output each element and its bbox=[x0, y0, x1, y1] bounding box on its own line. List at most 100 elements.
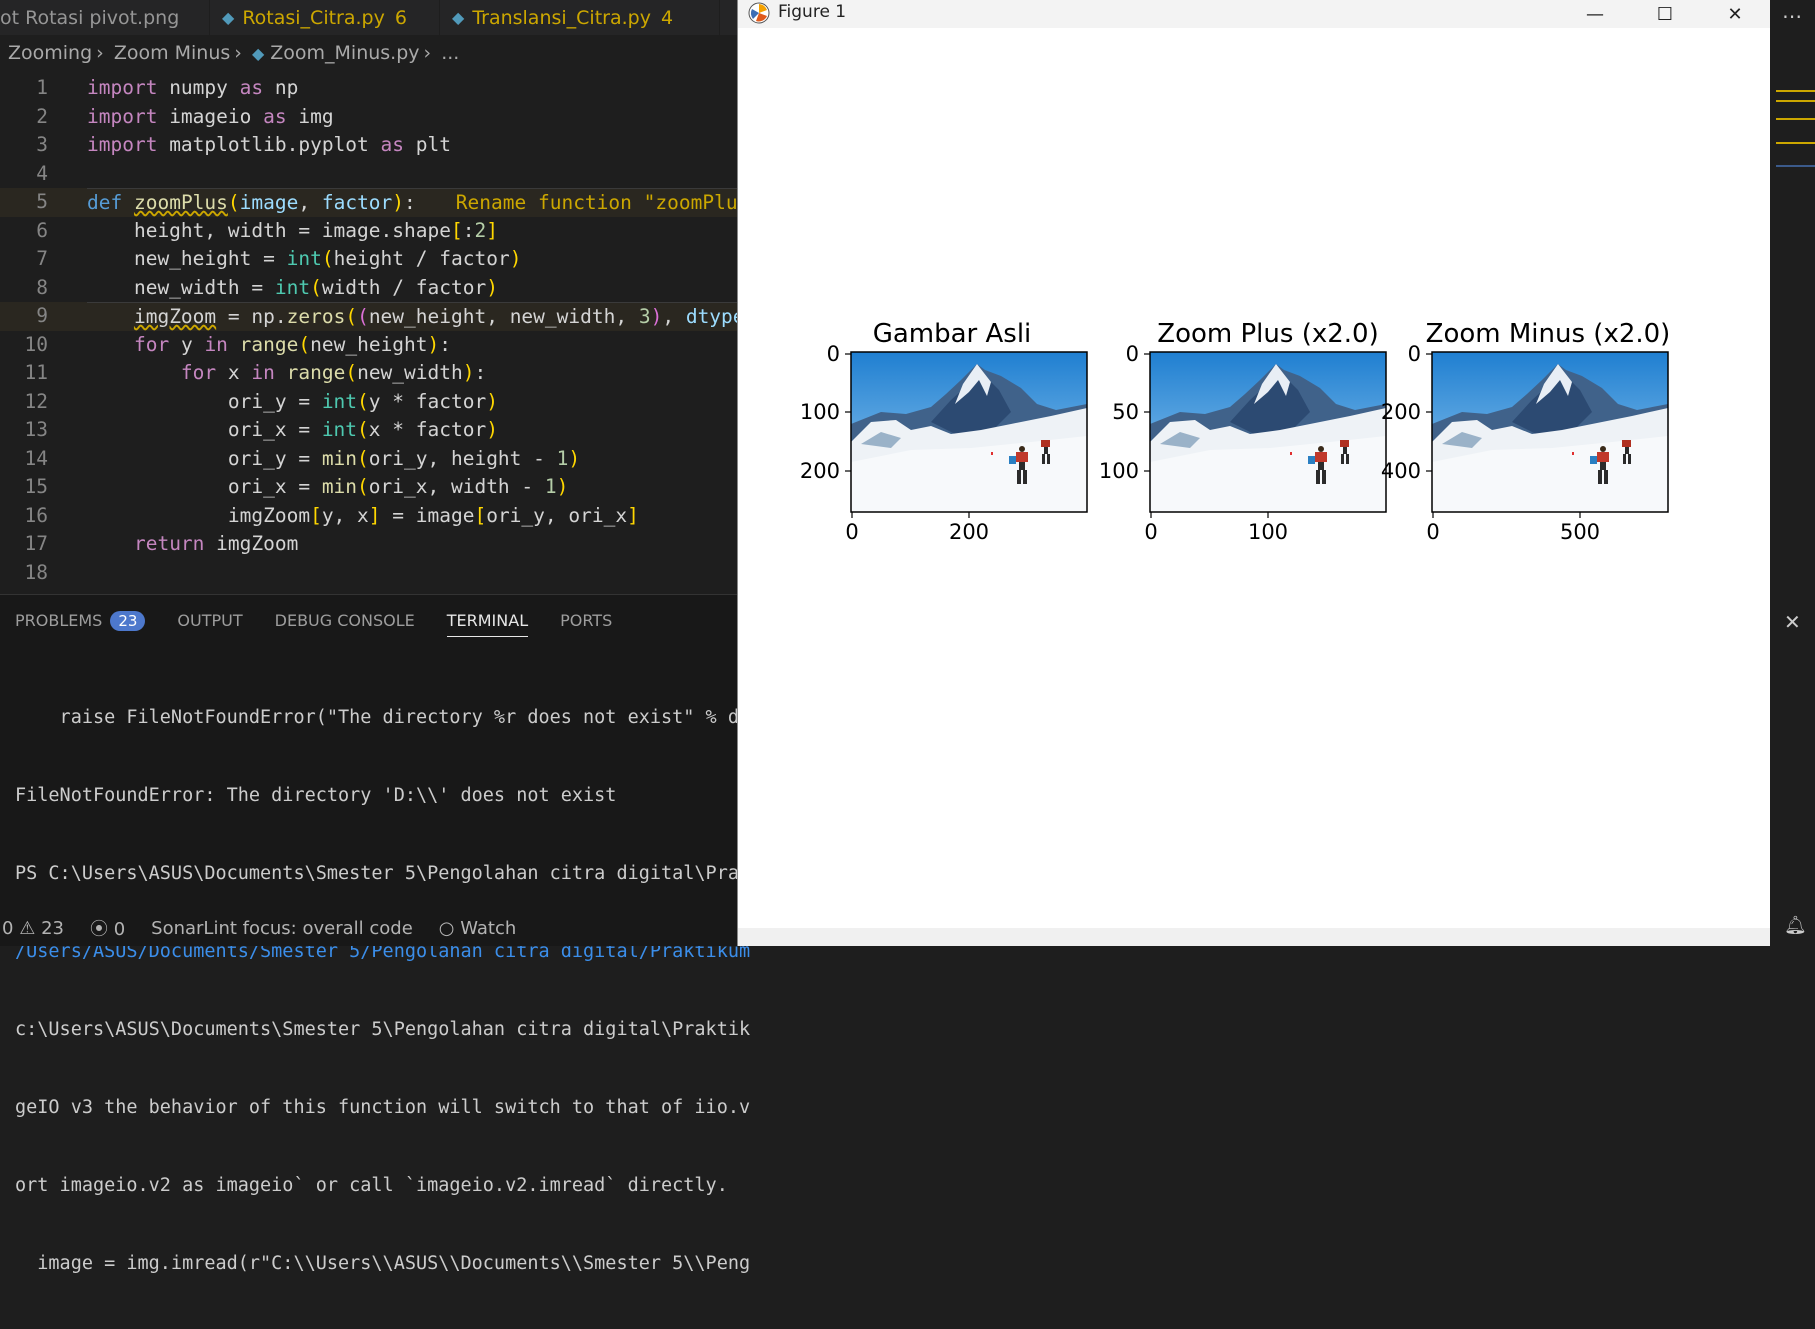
figure-toolbar-area bbox=[738, 928, 1770, 946]
window-title: Figure 1 bbox=[778, 2, 847, 22]
code-line: 1 import numpy as np bbox=[0, 74, 760, 103]
subplot-gambar-asli: Gambar Asli 0 100 200 0 200 bbox=[800, 319, 1088, 544]
minimap-strip[interactable]: ⋯ ✕ 🔔︎ bbox=[1770, 0, 1815, 946]
bell-icon[interactable]: 🔔︎ bbox=[1784, 915, 1807, 936]
inline-hint[interactable]: Rename function "zoomPlus bbox=[456, 191, 750, 214]
line-number: 12 bbox=[24, 389, 48, 413]
code-line: 12 ori_y = int(y * factor) bbox=[0, 388, 760, 417]
code-line: 11 for x in range(new_width): bbox=[0, 359, 760, 388]
terminal-line: image = img.imread(r"C:\\Users\\ASUS\\Do… bbox=[15, 1253, 751, 1274]
line-number: 16 bbox=[24, 503, 48, 527]
status-bar: 0 ⚠ 23 ⦿ 0 SonarLint focus: overall code… bbox=[0, 910, 760, 946]
maximize-button[interactable]: ☐ bbox=[1630, 0, 1700, 28]
terminal-line: c:\Users\ASUS\Documents\Smester 5\Pengol… bbox=[15, 1019, 751, 1040]
tab-terminal[interactable]: TERMINAL bbox=[446, 611, 529, 637]
line-number: 13 bbox=[24, 418, 48, 441]
minimap-marker bbox=[1776, 100, 1815, 102]
more-actions-icon[interactable]: ⋯ bbox=[1782, 4, 1802, 28]
code-text: height, width = image.shape[:2] bbox=[87, 218, 498, 242]
editor-tab-bar: ot Rotasi pivot.png ◆ Rotasi_Citra.py 6 … bbox=[0, 0, 760, 35]
close-panel-icon[interactable]: ✕ bbox=[1784, 610, 1801, 634]
y-tick-label: 0 bbox=[1408, 342, 1421, 366]
y-tick-label: 200 bbox=[800, 459, 840, 483]
python-file-icon: ◆ bbox=[251, 44, 265, 63]
close-button[interactable]: ✕ bbox=[1700, 0, 1770, 28]
minimap-marker bbox=[1776, 90, 1815, 92]
x-tick-label: 100 bbox=[1248, 520, 1288, 544]
line-number: 10 bbox=[24, 332, 48, 356]
tab-output[interactable]: OUTPUT bbox=[177, 611, 242, 637]
minimap-marker bbox=[1776, 118, 1815, 120]
code-editor[interactable]: 1 import numpy as np 2 import imageio as i… bbox=[0, 74, 760, 594]
line-number: 9 bbox=[36, 304, 48, 327]
figure-titlebar[interactable]: Figure 1 — ☐ ✕ bbox=[738, 0, 1770, 28]
warning-count: 23 bbox=[41, 917, 64, 939]
y-tick-label: 100 bbox=[1099, 459, 1139, 483]
problems-status[interactable]: 0 ⚠ 23 bbox=[2, 918, 64, 939]
tab-ports[interactable]: PORTS bbox=[560, 611, 612, 637]
tab-rotasi-pivot-png[interactable]: ot Rotasi pivot.png bbox=[0, 0, 210, 35]
error-count: 0 bbox=[2, 917, 14, 939]
image-original bbox=[851, 352, 1087, 512]
code-line: 8 new_width = int(width / factor) bbox=[0, 274, 760, 303]
x-tick-label: 0 bbox=[1426, 520, 1439, 544]
code-text: import imageio as img bbox=[87, 104, 334, 128]
line-number: 3 bbox=[36, 133, 48, 156]
code-text: imgZoom = np.zeros((new_height, new_widt… bbox=[87, 302, 757, 332]
code-text: import matplotlib.pyplot as plt bbox=[87, 133, 451, 156]
line-number: 1 bbox=[36, 76, 48, 99]
breadcrumb-file[interactable]: Zoom_Minus.py bbox=[270, 42, 419, 64]
chevron-right-icon: › bbox=[423, 42, 432, 64]
y-tick-label: 0 bbox=[1126, 342, 1139, 366]
minimap-marker bbox=[1776, 142, 1815, 144]
y-tick-label: 200 bbox=[1381, 400, 1421, 424]
code-line: 18 bbox=[0, 559, 760, 588]
line-number: 15 bbox=[24, 475, 48, 498]
tab-problem-count: 6 bbox=[394, 6, 407, 29]
bottom-panel: PROBLEMS 23 OUTPUT DEBUG CONSOLE TERMINAL… bbox=[0, 594, 760, 1274]
figure-canvas[interactable]: Gambar Asli 0 100 200 0 200 Zoom Plus (x… bbox=[738, 28, 1770, 928]
code-line: 4 bbox=[0, 160, 760, 189]
subplot-zoom-minus: Zoom Minus (x2.0) 0 200 400 0 500 bbox=[1381, 319, 1670, 544]
tab-debug-console[interactable]: DEBUG CONSOLE bbox=[275, 611, 415, 637]
line-number: 2 bbox=[36, 104, 48, 128]
code-text: def zoomPlus(image, factor): Rename funct… bbox=[87, 188, 750, 218]
terminal-output[interactable]: raise FileNotFoundError("The directory %… bbox=[15, 653, 760, 1329]
subplot-title: Zoom Minus (x2.0) bbox=[1426, 319, 1671, 349]
breadcrumb-zoom-minus[interactable]: Zoom Minus bbox=[114, 42, 230, 64]
ports-count: 0 bbox=[113, 919, 126, 940]
code-text: new_height = int(height / factor) bbox=[87, 247, 522, 270]
minimap-marker bbox=[1776, 165, 1815, 167]
tab-label: Rotasi_Citra.py bbox=[242, 6, 385, 29]
sonarlint-status[interactable]: SonarLint focus: overall code bbox=[151, 918, 413, 939]
tab-problems[interactable]: PROBLEMS 23 bbox=[15, 611, 146, 637]
tab-translansi-citra[interactable]: ◆ Translansi_Citra.py 4 bbox=[440, 0, 720, 35]
code-text: for y in range(new_height): bbox=[133, 332, 452, 356]
code-text: ori_y = int(y * factor) bbox=[87, 389, 498, 413]
code-text: ori_x = min(ori_x, width - 1) bbox=[87, 475, 569, 498]
line-number: 18 bbox=[24, 560, 48, 584]
breadcrumb-symbol[interactable]: ... bbox=[441, 42, 459, 64]
close-icon: ✕ bbox=[1727, 3, 1743, 25]
y-tick-label: 400 bbox=[1381, 459, 1421, 483]
watch-label: Watch bbox=[460, 917, 517, 939]
tab-label: PROBLEMS bbox=[15, 611, 103, 630]
chevron-right-icon: › bbox=[96, 42, 104, 64]
warning-icon: ⚠ bbox=[19, 917, 36, 939]
code-line: 17 return imgZoom bbox=[0, 530, 760, 559]
breadcrumb-zooming[interactable]: Zooming bbox=[8, 42, 92, 64]
code-text: new_width = int(width / factor) bbox=[87, 275, 498, 299]
image-zoom-minus bbox=[1432, 352, 1668, 512]
figure-window: Figure 1 — ☐ ✕ Gambar Asli 0 100 200 0 2… bbox=[738, 0, 1770, 946]
code-line: 7 new_height = int(height / factor) bbox=[0, 245, 760, 274]
chevron-right-icon: › bbox=[234, 42, 242, 64]
code-text: ori_y = min(ori_y, height - 1) bbox=[87, 446, 581, 470]
ports-status[interactable]: ⦿ 0 bbox=[90, 915, 125, 941]
code-text: for x in range(new_width): bbox=[180, 361, 487, 384]
watch-status[interactable]: ○ Watch bbox=[439, 918, 517, 939]
tab-rotasi-citra[interactable]: ◆ Rotasi_Citra.py 6 bbox=[210, 0, 440, 35]
minimize-button[interactable]: — bbox=[1560, 0, 1630, 28]
code-line: 13 ori_x = int(x * factor) bbox=[0, 416, 760, 445]
code-text: import numpy as np bbox=[87, 76, 299, 99]
subplot-zoom-plus: Zoom Plus (x2.0) 0 50 100 0 100 bbox=[1099, 319, 1387, 544]
